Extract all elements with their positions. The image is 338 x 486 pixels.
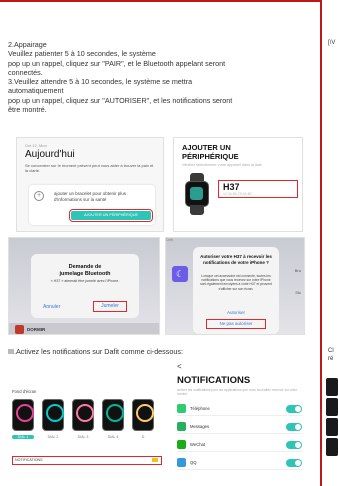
add-device-text: ajouter un bracelet pour obtenir plus d'… [54,191,127,202]
watchface-thumb[interactable] [42,399,64,431]
watchface-thumb[interactable] [132,399,154,431]
notification-toggle[interactable] [286,423,302,431]
right-page-text: ré [328,356,334,362]
watchface-thumb[interactable] [102,399,124,431]
allow-button[interactable]: Autoriser [193,310,279,315]
moon-icon: ☾ [172,266,188,282]
today-title: Aujourd'hui [25,149,75,160]
section-heading: III.Activez les notifications sur Dafit … [8,347,183,356]
watchface-thumb[interactable] [12,399,34,431]
folder-icon [152,458,158,462]
notification-toggle[interactable] [286,459,302,467]
step-line: 3.Veuillez attendre 5 à 10 secondes, le … [8,77,193,87]
side-label: Bru [294,268,301,273]
add-device-title: AJOUTER UN PÉRIPHÉRIQUE [182,143,239,161]
app-name: Messages [190,424,210,429]
wechat-icon [177,440,186,449]
cancel-button[interactable]: Annuler [43,304,60,310]
today-screenshot: Oct 12, Mon Aujourd'hui Se concentrer su… [16,137,164,232]
wallpaper-label: Fond d'écran [12,389,37,394]
watchface-screenshot: Fond d'écran DIAL 1 DIAL 2 DIAL 3 DIAL 4… [6,372,164,478]
messages-icon [177,422,186,431]
add-device-screenshot: AJOUTER UN PÉRIPHÉRIQUE Veuillez sélecti… [173,137,303,232]
list-item: Téléphone [177,402,302,416]
qq-icon [177,458,186,467]
page-top-border [0,0,338,2]
add-device-button[interactable]: AJOUTER UN PÉRIPHÉRIQUE [69,209,153,222]
step-line: 2.Appairage [8,40,47,49]
phone-thumb [326,438,338,456]
notifications-label: NOTIFICATIONS [15,458,43,462]
sleep-icon [15,325,24,334]
dial-labels: DIAL 1 DIAL 2 DIAL 3 DIAL 4 D [12,435,162,443]
list-item: WeChat [177,438,302,452]
notifications-menu-item[interactable]: NOTIFICATIONS [12,456,162,465]
device-list-item[interactable]: H37 12:34:56:78:9A:BC [218,180,298,198]
notification-permission-screenshot: Dafit ☾ Bru Stc Autoriser votre H37 à re… [165,237,305,335]
notifications-subtitle: Activer les notifications pour les appli… [177,388,298,396]
step-line: être montré. [8,105,47,115]
device-name: H37 [223,182,240,192]
right-page-text: [\V [328,40,336,46]
device-id: 12:34:56:78:9A:BC [223,192,253,196]
add-device-card: + ajouter un bracelet pour obtenir plus … [29,185,155,225]
watchface-list [12,399,162,433]
step-line: connectés. [8,67,43,77]
step-line: pop up un rappel, cliquez sur "PAIR", et… [8,58,226,68]
side-label: Stc [295,290,301,295]
watchface-thumb[interactable] [72,399,94,431]
deny-button[interactable]: Ne pas autoriser [206,319,266,329]
dial-tab[interactable]: D [132,435,154,439]
step-line: Veuillez patienter 5 à 10 secondes, le s… [8,49,156,59]
notification-toggle[interactable] [286,441,302,449]
bluetooth-pairing-screenshot: Demande de jumelage Bluetooth « H37 » ai… [8,237,160,335]
date-label: Oct 12, Mon [25,143,47,148]
title-line: jumelage Bluetooth [59,270,111,277]
permission-dialog: Autoriser votre H37 à recevoir les notif… [193,247,279,334]
app-name: Téléphone [190,406,210,411]
title-line: PÉRIPHÉRIQUE [182,151,239,161]
app-topbar: Dafit [166,238,174,242]
smartwatch-icon [185,173,209,215]
app-name: WeChat [190,442,206,447]
left-page: 2.Appairage Veuillez patienter 5 à 10 se… [0,0,320,486]
pairing-instructions: 2.Appairage Veuillez patienter 5 à 10 se… [8,40,314,114]
pairing-dialog: Demande de jumelage Bluetooth « H37 » ai… [31,254,139,318]
pairing-dialog-title: Demande de jumelage Bluetooth [31,264,139,277]
step-line: automatiquement [8,86,64,96]
list-item: Messages [177,420,302,434]
pairing-dialog-body: « H37 » aimerait être jumelé avec l'iPho… [50,279,120,283]
permission-dialog-body: Lorsque cet accessoire est connecté, tou… [200,274,272,291]
add-device-subtitle: Veuillez sélectionner votre appareil dan… [182,163,262,167]
phone-icon [177,404,186,413]
list-item: QQ [177,456,302,470]
dial-tab[interactable]: DIAL 1 [12,435,34,439]
right-page-text: Cl [328,348,334,354]
permission-dialog-title: Autoriser votre H37 à recevoir les notif… [200,254,272,265]
phone-thumb [326,378,338,396]
notifications-screenshot: < NOTIFICATIONS Activer les notification… [172,360,312,478]
dial-tab[interactable]: DIAL 4 [102,435,124,439]
notification-toggle[interactable] [286,405,302,413]
dial-tab[interactable]: DIAL 2 [42,435,64,439]
phone-thumb [326,398,338,416]
back-icon[interactable]: < [177,362,182,371]
pair-button[interactable]: Jumeler [93,301,127,312]
dial-tab[interactable]: DIAL 3 [72,435,94,439]
plus-icon: + [34,191,44,201]
app-name: QQ [190,460,197,465]
today-description: Se concentrer sur le moment présent peut… [25,163,154,173]
step-line: pop up un rappel, cliquez sur "AUTORISER… [8,95,233,105]
notifications-title: NOTIFICATIONS [177,375,251,386]
phone-thumb [326,418,338,436]
sleep-label: DORMIR [27,327,46,332]
sleep-row: DORMIR [9,323,159,334]
